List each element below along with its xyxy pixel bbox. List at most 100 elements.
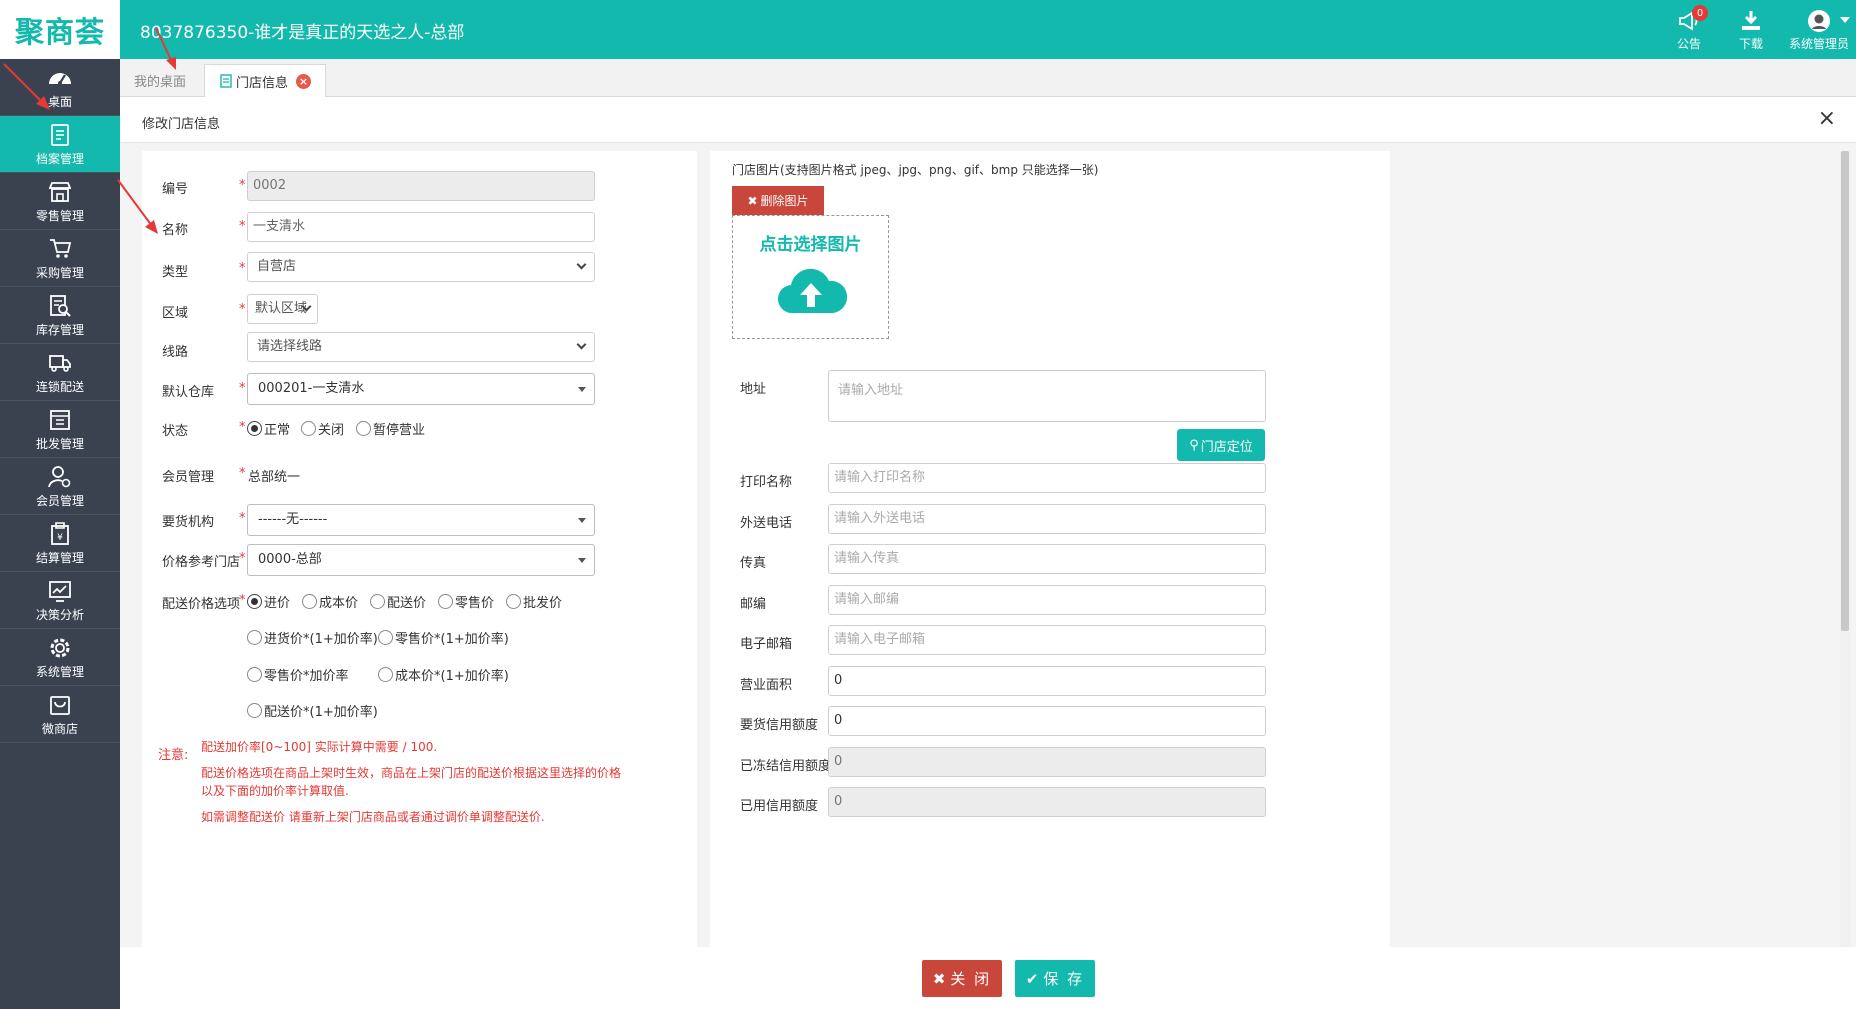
chevron-down-icon xyxy=(297,294,317,324)
sidebar-item-wechat-shop[interactable]: 微商店 xyxy=(0,686,120,743)
phone-input[interactable]: 请输入外送电话 xyxy=(828,504,1266,534)
region-select[interactable]: 默认区域 xyxy=(247,294,318,324)
sidebar-item-system[interactable]: 系统管理 xyxy=(0,629,120,686)
user-label: 系统管理员 xyxy=(1788,36,1849,51)
print-name-input[interactable]: 请输入打印名称 xyxy=(828,463,1266,493)
header-tools: 0 公告 下载 系统管理员 xyxy=(1658,0,1856,59)
price-ref-select[interactable]: 0000-总部 xyxy=(247,544,595,576)
tab-label: 门店信息 xyxy=(236,75,289,91)
panel-close-button[interactable]: × xyxy=(1818,106,1836,131)
area-input[interactable]: 0 xyxy=(828,666,1266,696)
price-radio-wholesale[interactable]: 批发价 xyxy=(506,592,562,611)
price-radio-retail[interactable]: 零售价 xyxy=(438,592,494,611)
sidebar-item-label: 零售管理 xyxy=(35,208,84,223)
sidebar-item-member[interactable]: 会员管理 xyxy=(0,458,120,515)
sidebar-item-label: 决策分析 xyxy=(35,607,84,622)
download-button[interactable]: 下载 xyxy=(1720,0,1782,59)
price-radio-retail-rate[interactable]: 零售价*加价率 xyxy=(247,665,349,684)
tab-label: 我的桌面 xyxy=(134,75,187,90)
scroll-thumb[interactable] xyxy=(1841,151,1849,631)
sidebar-item-purchase[interactable]: 采购管理 xyxy=(0,230,120,287)
close-icon[interactable]: × xyxy=(296,73,312,89)
panel-header: 修改门店信息 × xyxy=(120,97,1856,143)
settlement-icon: ¥ xyxy=(51,521,69,545)
download-label: 下载 xyxy=(1738,36,1763,51)
email-input[interactable]: 请输入电子邮箱 xyxy=(828,625,1266,655)
image-upload-area[interactable]: 点击选择图片 xyxy=(732,215,889,339)
tab-store-info[interactable]: 门店信息 × xyxy=(204,64,327,97)
logo[interactable]: 聚商荟 xyxy=(0,0,120,59)
price-radio-cost-in[interactable]: 进价 xyxy=(247,592,290,611)
name-field[interactable]: 一支清水 xyxy=(247,212,595,242)
locate-label: 门店定位 xyxy=(1200,439,1253,455)
price-radio-cost[interactable]: 成本价 xyxy=(302,592,358,611)
sidebar-item-retail[interactable]: 零售管理 xyxy=(0,173,120,230)
locate-store-button[interactable]: ⚲ 门店定位 xyxy=(1177,429,1265,461)
type-select[interactable]: 自营店 xyxy=(247,252,595,282)
fax-input[interactable]: 请输入传真 xyxy=(828,544,1266,574)
sidebar-item-archive[interactable]: 档案管理 xyxy=(0,116,120,173)
sidebar-item-label: 档案管理 xyxy=(35,151,84,166)
member-label: 会员管理 xyxy=(162,470,215,485)
member-icon xyxy=(48,465,71,487)
close-button[interactable]: ✖ 关 闭 xyxy=(922,960,1002,997)
notice-button[interactable]: 0 公告 xyxy=(1658,0,1720,59)
cart-icon xyxy=(50,238,72,258)
supplier-label: 要货机构 xyxy=(162,515,215,530)
scrollbar[interactable] xyxy=(1840,151,1850,947)
credit-input[interactable]: 0 xyxy=(828,706,1266,736)
sidebar-item-label: 微商店 xyxy=(41,721,78,736)
required-mark: * xyxy=(239,593,246,608)
cloud-upload-icon xyxy=(777,268,847,314)
tab-my-desktop[interactable]: 我的桌面 xyxy=(120,64,200,97)
sidebar-item-desktop[interactable]: 桌面 xyxy=(0,59,120,116)
right-form: 门店图片(支持图片格式 jpeg、jpg、png、gif、bmp 只能选择一张)… xyxy=(710,151,1390,947)
chevron-down-icon xyxy=(572,252,594,282)
price-option-label: 配送价格选项 xyxy=(162,597,241,612)
note-line: 如需调整配送价 请重新上架门店商品或者通过调价单调整配送价. xyxy=(201,810,545,824)
chevron-down-icon xyxy=(572,332,594,362)
required-mark: * xyxy=(239,551,246,566)
sidebar-item-settlement[interactable]: ¥ 结算管理 xyxy=(0,515,120,572)
sidebar-item-wholesale[interactable]: 批发管理 xyxy=(0,401,120,458)
save-button[interactable]: ✔ 保 存 xyxy=(1015,960,1095,997)
map-pin-icon: ⚲ xyxy=(1189,437,1199,453)
route-value: 请选择线路 xyxy=(257,339,323,354)
user-menu[interactable]: 系统管理员 xyxy=(1782,0,1856,59)
price-radio-cost-markup[interactable]: 成本价*(1+加价率) xyxy=(378,665,509,684)
status-radio-normal[interactable]: 正常 xyxy=(247,419,290,438)
note-line: 以及下面的加价率计算取值. xyxy=(201,784,349,798)
store-icon xyxy=(48,181,72,202)
code-field[interactable]: 0002 xyxy=(247,171,595,201)
price-radio-purchase-markup[interactable]: 进货价*(1+加价率) xyxy=(247,628,378,647)
chevron-down-icon xyxy=(1840,17,1850,23)
status-radio-closed[interactable]: 关闭 xyxy=(301,419,344,438)
notice-badge: 0 xyxy=(1692,5,1708,21)
sidebar-item-inventory[interactable]: 库存管理 xyxy=(0,287,120,344)
sidebar-item-label: 桌面 xyxy=(47,94,72,109)
price-radio-delivery[interactable]: 配送价 xyxy=(370,592,426,611)
required-mark: * xyxy=(239,381,246,396)
sidebar: 桌面 档案管理 零售管理 采购管理 库存管理 连锁配送 批发管理 会员管理 ¥ … xyxy=(0,59,120,1009)
status-radio-paused[interactable]: 暂停营业 xyxy=(356,419,425,438)
sidebar-item-delivery[interactable]: 连锁配送 xyxy=(0,344,120,401)
price-radio-retail-markup[interactable]: 零售价*(1+加价率) xyxy=(378,628,509,647)
svg-text:¥: ¥ xyxy=(57,533,63,543)
warehouse-select[interactable]: 000201-一支清水 xyxy=(247,373,595,405)
type-label: 类型 xyxy=(162,265,189,280)
price-radio-delivery-markup[interactable]: 配送价*(1+加价率) xyxy=(247,701,378,720)
postcode-input[interactable]: 请输入邮编 xyxy=(828,585,1266,615)
page-title: 8037876350-谁才是真正的天选之人-总部 xyxy=(140,23,465,43)
fax-label: 传真 xyxy=(740,556,767,571)
dashboard-icon xyxy=(49,72,71,85)
truck-icon xyxy=(49,354,71,372)
sidebar-item-analysis[interactable]: 决策分析 xyxy=(0,572,120,629)
required-mark: * xyxy=(239,261,246,276)
route-select[interactable]: 请选择线路 xyxy=(247,332,595,362)
delete-image-button[interactable]: ✖ 删除图片 xyxy=(732,186,824,215)
frozen-credit-label: 已冻结信用额度 xyxy=(740,759,832,774)
save-button-label: 保 存 xyxy=(1043,970,1085,988)
supplier-select[interactable]: ------无------ xyxy=(247,504,595,536)
route-label: 线路 xyxy=(162,345,189,360)
address-input[interactable]: 请输入地址 xyxy=(828,370,1266,422)
